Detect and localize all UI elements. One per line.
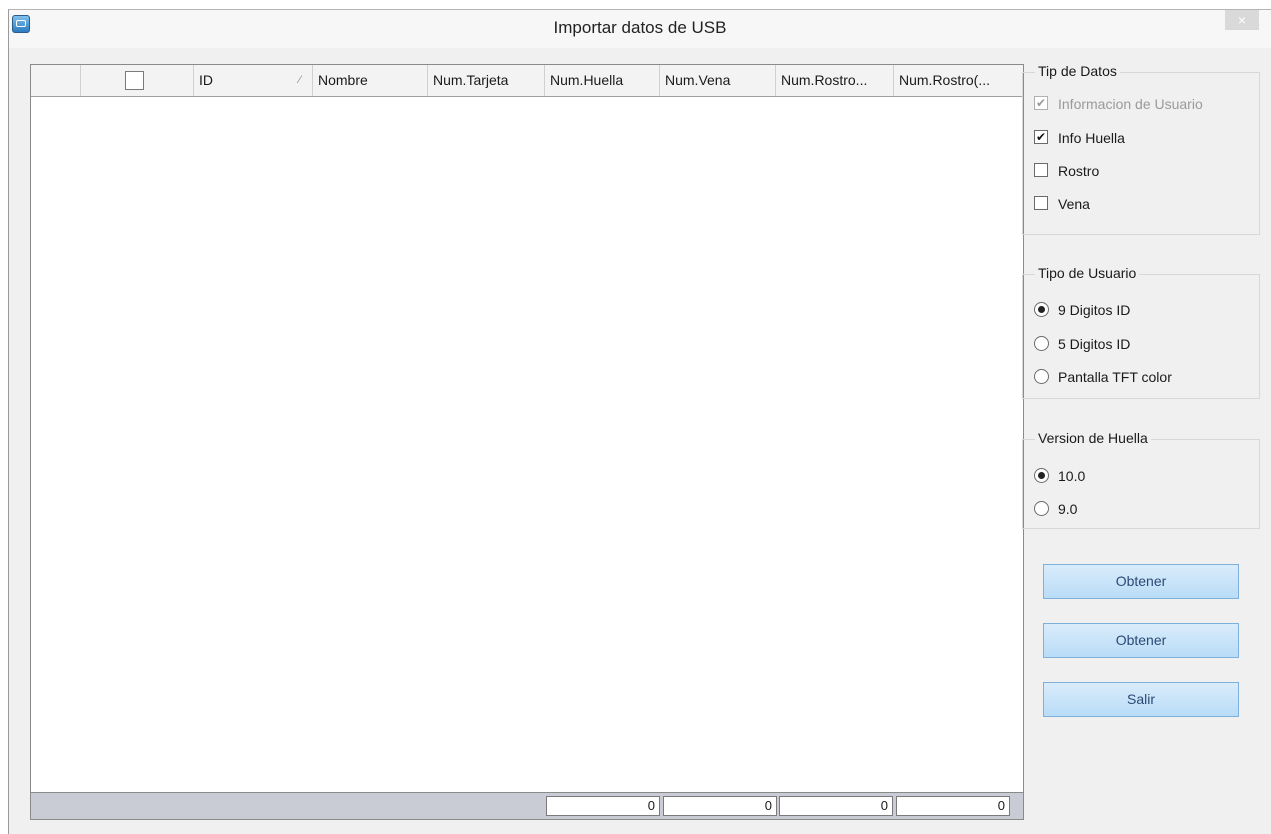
- column-header-num-rostro-2[interactable]: Num.Rostro(...: [894, 65, 1023, 96]
- radio[interactable]: [1034, 336, 1049, 351]
- option-vena[interactable]: Vena: [1034, 194, 1090, 214]
- option-rostro[interactable]: Rostro: [1034, 161, 1099, 181]
- total-num-rostro: 0: [779, 796, 893, 816]
- salir-button[interactable]: Salir: [1043, 682, 1239, 717]
- column-header-num-tarjeta[interactable]: Num.Tarjeta: [428, 65, 545, 96]
- total-num-rostro-2: 0: [896, 796, 1010, 816]
- radio[interactable]: [1034, 501, 1049, 516]
- radio-selected[interactable]: [1034, 468, 1049, 483]
- sort-ascending-icon: ⁄: [299, 74, 301, 86]
- option-9-digitos[interactable]: 9 Digitos ID: [1034, 300, 1130, 320]
- obtener-button-2[interactable]: Obtener: [1043, 623, 1239, 658]
- total-num-vena: 0: [663, 796, 777, 816]
- option-label: Rostro: [1058, 163, 1100, 179]
- option-info-huella[interactable]: ✔ Info Huella: [1034, 128, 1125, 148]
- checkbox[interactable]: [1034, 196, 1048, 210]
- option-version-9[interactable]: 9.0: [1034, 499, 1077, 519]
- window-title: Importar datos de USB: [553, 18, 727, 37]
- version-de-huella-title: Version de Huella: [1035, 430, 1151, 446]
- column-header-id[interactable]: ID ⁄: [194, 65, 313, 96]
- check-icon[interactable]: ✔: [1034, 130, 1048, 144]
- column-header-num-huella[interactable]: Num.Huella: [545, 65, 660, 96]
- option-label: Informacion de Usuario: [1058, 96, 1203, 112]
- grid-header: ID ⁄ Nombre Num.Tarjeta Num.Huella Num.V…: [31, 65, 1023, 97]
- option-label: Info Huella: [1058, 130, 1125, 146]
- title-bar[interactable]: Importar datos de USB ×: [9, 10, 1271, 48]
- column-header-num-vena[interactable]: Num.Vena: [660, 65, 776, 96]
- tipo-de-usuario-title: Tipo de Usuario: [1035, 265, 1140, 281]
- option-label: 10.0: [1058, 468, 1086, 484]
- option-label: Pantalla TFT color: [1058, 369, 1172, 385]
- option-label: Vena: [1058, 196, 1090, 212]
- option-informacion-usuario: ✔ Informacion de Usuario: [1034, 94, 1203, 114]
- users-grid[interactable]: ID ⁄ Nombre Num.Tarjeta Num.Huella Num.V…: [30, 64, 1024, 820]
- tip-de-datos-title: Tip de Datos: [1035, 63, 1120, 79]
- select-all-header: [81, 65, 194, 96]
- close-button[interactable]: ×: [1225, 10, 1259, 30]
- column-id-label: ID: [199, 72, 213, 88]
- option-label: 9.0: [1058, 501, 1078, 517]
- option-label: 9 Digitos ID: [1058, 302, 1131, 318]
- tipo-de-usuario-group: Tipo de Usuario 9 Digitos ID 5 Digitos I…: [1022, 265, 1260, 399]
- row-indicator-header: [31, 65, 81, 96]
- grid-footer: 0 0 0 0: [31, 792, 1023, 819]
- import-usb-dialog: Importar datos de USB × ID ⁄ Nombre Num.…: [8, 9, 1271, 834]
- column-header-num-rostro[interactable]: Num.Rostro...: [776, 65, 894, 96]
- version-de-huella-group: Version de Huella 10.0 9.0: [1022, 430, 1260, 529]
- tip-de-datos-group: Tip de Datos ✔ Informacion de Usuario ✔ …: [1022, 63, 1260, 235]
- check-icon: ✔: [1034, 96, 1048, 110]
- option-5-digitos[interactable]: 5 Digitos ID: [1034, 334, 1130, 354]
- option-pantalla-tft[interactable]: Pantalla TFT color: [1034, 367, 1172, 387]
- checkbox[interactable]: [1034, 163, 1048, 177]
- column-header-nombre[interactable]: Nombre: [313, 65, 428, 96]
- obtener-button[interactable]: Obtener: [1043, 564, 1239, 599]
- radio-selected[interactable]: [1034, 302, 1049, 317]
- radio[interactable]: [1034, 369, 1049, 384]
- option-version-10[interactable]: 10.0: [1034, 466, 1085, 486]
- total-num-huella: 0: [546, 796, 660, 816]
- option-label: 5 Digitos ID: [1058, 336, 1131, 352]
- select-all-checkbox[interactable]: [125, 71, 144, 90]
